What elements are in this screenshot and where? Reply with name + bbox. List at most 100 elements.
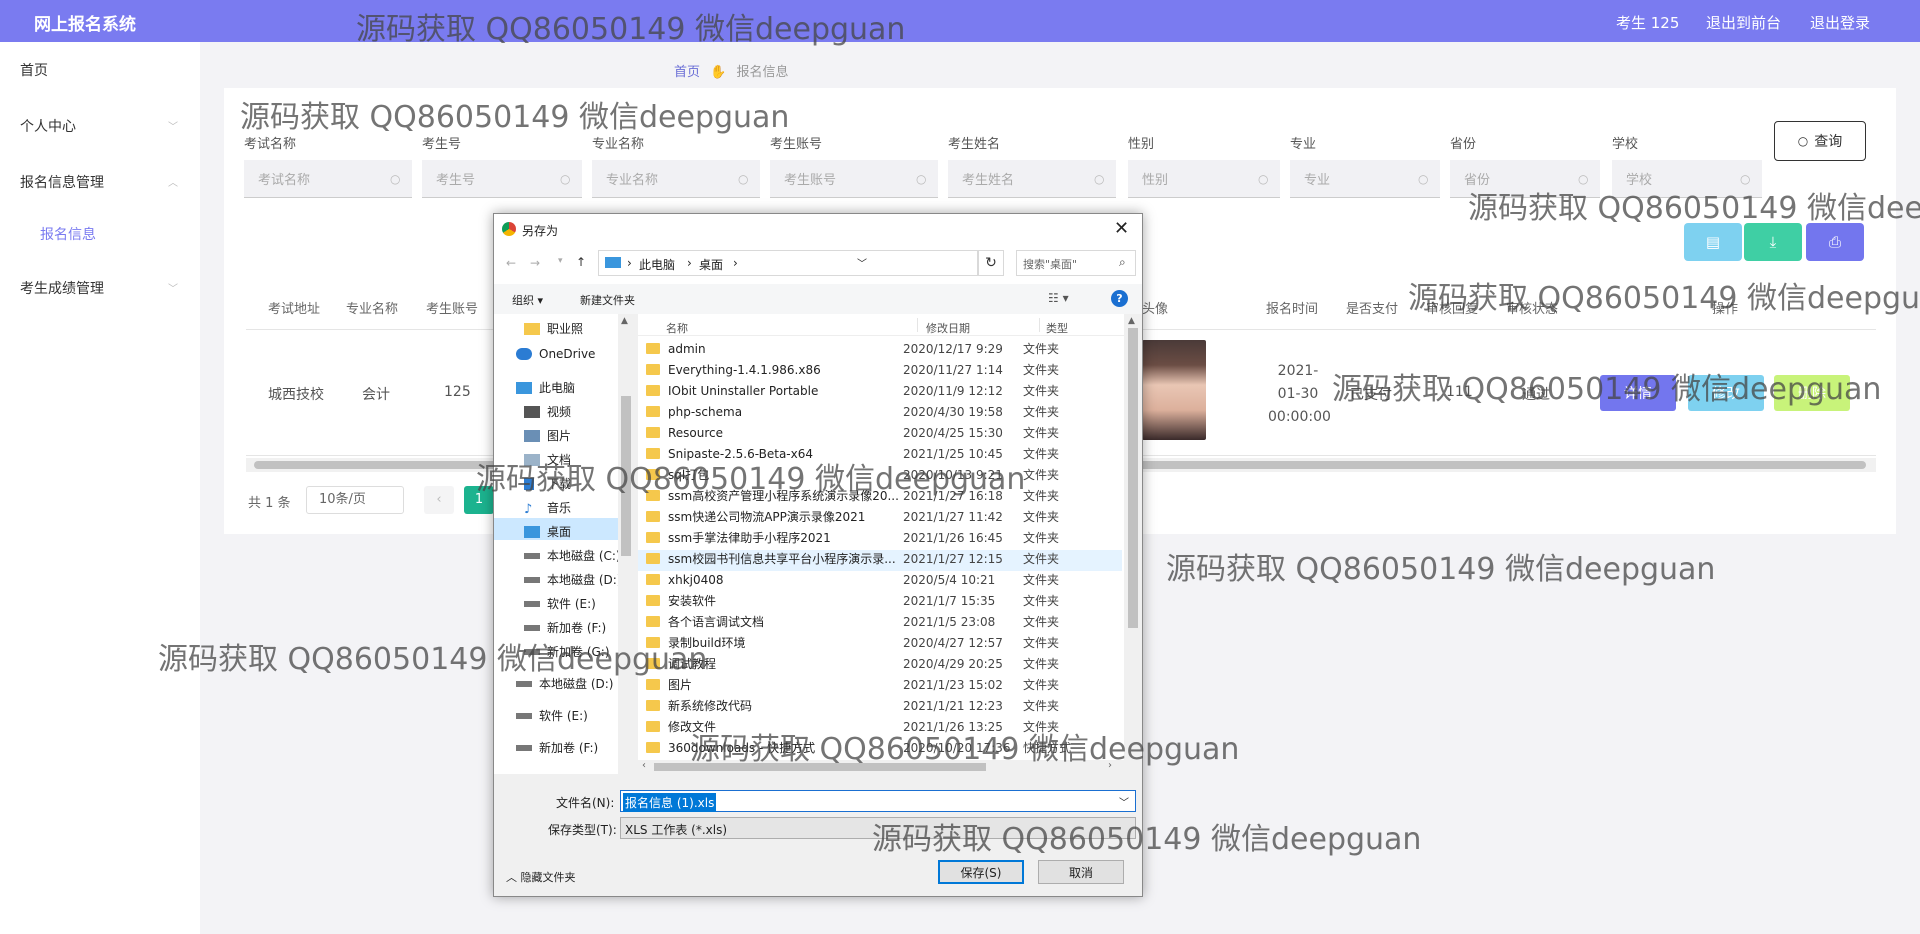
school-input[interactable]: 学校 ○: [1612, 160, 1762, 198]
gender-input[interactable]: 性别 ○: [1128, 160, 1280, 198]
col-type[interactable]: 类型: [1046, 320, 1068, 336]
view-options-icon[interactable]: ☷ ▾: [1048, 291, 1069, 305]
file-row[interactable]: 360downloads - 快捷方式 2020/10/20 17:36 快捷方式: [644, 737, 1114, 758]
major-input[interactable]: 专业 ○: [1290, 160, 1440, 198]
file-row[interactable]: 录制build环境 2020/4/27 12:57 文件夹: [644, 632, 1114, 653]
back-to-front-link[interactable]: 退出到前台: [1706, 12, 1781, 33]
nav-item-videos[interactable]: 视频: [524, 403, 571, 420]
file-row[interactable]: Everything-1.4.1.986.x86 2020/11/27 1:14 文…: [644, 359, 1114, 380]
prev-page-button[interactable]: ‹: [424, 486, 454, 514]
page-size-select[interactable]: 10条/页: [306, 486, 404, 514]
nav-item-net-drive-e[interactable]: 软件 (E:): [516, 707, 588, 724]
file-row[interactable]: ssm手掌法律助手小程序2021 2021/1/26 16:45 文件夹: [644, 527, 1114, 548]
student-name-input[interactable]: 考生姓名 ○: [948, 160, 1116, 198]
nav-item-this-pc[interactable]: 此电脑: [516, 379, 575, 396]
scrollbar-thumb[interactable]: [621, 396, 631, 556]
query-button[interactable]: ○ 查询: [1774, 121, 1866, 161]
nav-item-documents[interactable]: 文档: [524, 451, 571, 468]
major-name-input[interactable]: 专业名称 ○: [592, 160, 760, 198]
file-row[interactable]: 图片 2021/1/23 15:02 文件夹: [644, 674, 1114, 695]
nav-scrollbar[interactable]: ▲: [618, 314, 634, 774]
nav-item-onedrive[interactable]: OneDrive: [516, 347, 595, 361]
file-row[interactable]: 各个语言调试文档 2021/1/5 23:08 文件夹: [644, 611, 1114, 632]
file-row[interactable]: xhkj0408 2020/5/4 10:21 文件夹: [644, 569, 1114, 590]
nav-item-net-drive-d[interactable]: 本地磁盘 (D:): [516, 675, 613, 692]
print-button[interactable]: ⎙: [1806, 223, 1864, 261]
nav-item-downloads[interactable]: 下载: [524, 475, 571, 492]
dialog-title: 另存为: [522, 224, 559, 238]
folder-icon: [646, 721, 660, 732]
nav-item-net-drive-f[interactable]: 新加卷 (F:): [516, 739, 598, 756]
nav-item-drive-g[interactable]: 新加卷 (G:): [524, 643, 610, 660]
breadcrumb-this-pc[interactable]: 此电脑: [639, 256, 675, 273]
file-row[interactable]: IObit Uninstaller Portable 2020/11/9 12:1…: [644, 380, 1114, 401]
chevron-down-icon[interactable]: ﹀: [857, 255, 867, 270]
file-row[interactable]: 修改文件 2021/1/26 13:25 文件夹: [644, 716, 1114, 737]
sidebar-item-registration-management[interactable]: 报名信息管理: [20, 172, 104, 192]
nav-item-drive-e[interactable]: 软件 (E:): [524, 595, 596, 612]
nav-item-drive-f[interactable]: 新加卷 (F:): [524, 619, 606, 636]
edit-button[interactable]: 修改: [1688, 375, 1764, 411]
filename-input[interactable]: 报名信息 (1).xls ﹀: [620, 790, 1136, 812]
sidebar-item-score-management[interactable]: 考生成绩管理: [20, 278, 104, 298]
download-button[interactable]: ⤓: [1744, 223, 1802, 261]
file-list-scrollbar[interactable]: ▲: [1124, 314, 1142, 760]
col-review-status: 审核状态: [1506, 302, 1559, 317]
file-row[interactable]: 调试教程 2020/4/29 20:25 文件夹: [644, 653, 1114, 674]
nav-item-drive-d[interactable]: 本地磁盘 (D:): [524, 571, 621, 588]
chevron-down-icon[interactable]: ﹀: [1119, 794, 1129, 809]
breadcrumb-home[interactable]: 首页: [674, 65, 700, 80]
filetype-select[interactable]: XLS 工作表 (*.xls): [620, 817, 1136, 839]
page-1-button[interactable]: 1: [464, 486, 494, 514]
detail-button[interactable]: 详情: [1600, 375, 1676, 411]
nav-item-drive-c[interactable]: 本地磁盘 (C:): [524, 547, 621, 564]
sidebar-item-registration-info[interactable]: 报名信息: [40, 224, 96, 244]
cancel-button[interactable]: 取消: [1038, 860, 1124, 884]
drive-icon: [516, 744, 532, 751]
file-row[interactable]: php-schema 2020/4/30 19:58 文件夹: [644, 401, 1114, 422]
folder-icon: [646, 511, 660, 522]
breadcrumb-desktop[interactable]: 桌面: [699, 256, 723, 273]
help-icon[interactable]: ?: [1111, 290, 1128, 307]
scrollbar-thumb[interactable]: [654, 763, 986, 771]
exam-name-input[interactable]: 考试名称 ○: [244, 160, 412, 198]
save-button[interactable]: 保存(S): [938, 860, 1024, 884]
refresh-button[interactable]: ↻: [978, 250, 1004, 276]
student-no-input[interactable]: 考生号 ○: [422, 160, 582, 198]
file-list-h-scrollbar[interactable]: ‹ ›: [638, 760, 1142, 774]
address-bar[interactable]: › 此电脑 › 桌面 › ﹀: [598, 250, 978, 276]
cell-major: 会计: [362, 387, 390, 403]
file-row[interactable]: Snipaste-2.5.6-Beta-x64 2021/1/25 10:45 文件…: [644, 443, 1114, 464]
up-arrow-icon[interactable]: ↑: [576, 255, 586, 269]
nav-item-pictures[interactable]: 图片: [524, 427, 571, 444]
nav-item-music[interactable]: ♪ 音乐: [524, 499, 571, 517]
nav-item-photo[interactable]: 职业照: [524, 320, 583, 337]
delete-row-button[interactable]: 删除: [1774, 375, 1850, 411]
history-chevron-icon[interactable]: ▾: [558, 256, 563, 266]
dialog-search-input[interactable]: 搜索"桌面" ⌕: [1016, 250, 1136, 276]
file-row[interactable]: ssm快递公司物流APP演示录像2021 2021/1/27 11:42 文件夹: [644, 506, 1114, 527]
sidebar-item-home[interactable]: 首页: [20, 60, 48, 80]
logout-link[interactable]: 退出登录: [1810, 12, 1870, 33]
file-row[interactable]: sql打包 2020/10/13 9:21 文件夹: [644, 464, 1114, 485]
close-icon[interactable]: ✕: [1114, 218, 1129, 239]
new-folder-button[interactable]: 新建文件夹: [580, 292, 635, 308]
file-row[interactable]: 新系统修改代码 2021/1/21 12:23 文件夹: [644, 695, 1114, 716]
file-row[interactable]: ssm校园书刊信息共享平台小程序演示录... 2021/1/27 12:15 文件夹: [644, 548, 1114, 569]
organize-menu[interactable]: 组织 ▾: [512, 292, 543, 308]
nav-item-desktop[interactable]: 桌面: [524, 523, 571, 540]
file-row[interactable]: Resource 2020/4/25 15:30 文件夹: [644, 422, 1114, 443]
col-name[interactable]: 名称: [666, 320, 688, 336]
scrollbar-thumb[interactable]: [1128, 328, 1138, 628]
file-row[interactable]: 安装软件 2021/1/7 15:35 文件夹: [644, 590, 1114, 611]
sidebar-item-personal-center[interactable]: 个人中心: [20, 116, 76, 136]
province-input[interactable]: 省份 ○: [1450, 160, 1600, 198]
delete-button[interactable]: ▤: [1684, 223, 1742, 261]
file-row[interactable]: ssm高校资产管理小程序系统演示录像20... 2021/1/27 16:18 文件…: [644, 485, 1114, 506]
file-row[interactable]: admin 2020/12/17 9:29 文件夹: [644, 338, 1114, 359]
forward-arrow-icon[interactable]: →: [530, 256, 540, 270]
hide-folders-toggle[interactable]: ︿ 隐藏文件夹: [506, 869, 576, 885]
back-arrow-icon[interactable]: ←: [506, 256, 516, 270]
account-input[interactable]: 考生账号 ○: [770, 160, 938, 198]
col-modified[interactable]: 修改日期: [926, 320, 970, 336]
